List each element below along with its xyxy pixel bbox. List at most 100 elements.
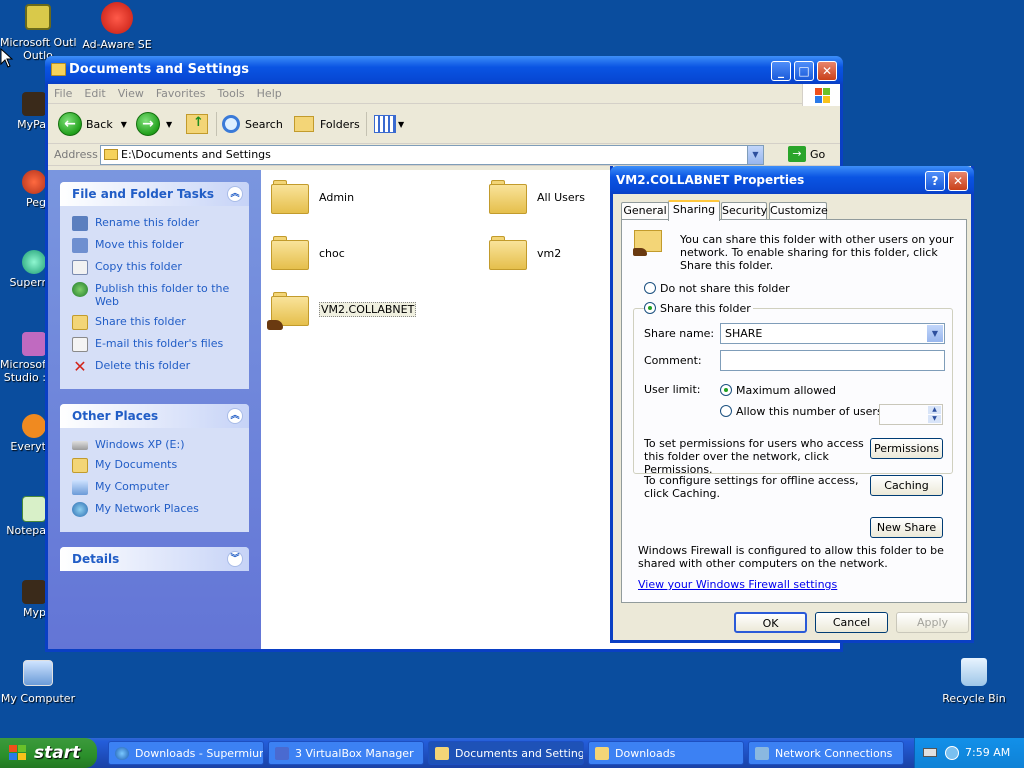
tab-customize[interactable]: Customize: [769, 202, 828, 220]
tab-security[interactable]: Security: [721, 202, 767, 220]
firewall-settings-link[interactable]: View your Windows Firewall settings: [638, 578, 837, 591]
menu-file[interactable]: File: [48, 84, 78, 103]
desktop-icon-everything[interactable]: Everyt: [0, 414, 46, 453]
up-folder-button[interactable]: ↑: [186, 111, 208, 137]
keyboard-icon[interactable]: [923, 748, 937, 757]
task-delete-folder[interactable]: ✕ Delete this folder: [72, 357, 239, 376]
dialog-titlebar[interactable]: VM2.COLLABNET Properties ? ✕: [610, 166, 974, 194]
sharing-intro-text: You can share this folder with other use…: [680, 233, 954, 272]
desktop-icon-peg[interactable]: Peg: [0, 170, 46, 209]
new-share-button[interactable]: New Share: [870, 517, 943, 538]
place-windows-xp-drive[interactable]: Windows XP (E:): [72, 438, 239, 451]
search-button[interactable]: Search: [222, 111, 283, 137]
folders-button[interactable]: Folders: [294, 111, 360, 137]
maximize-button[interactable]: □: [794, 61, 814, 81]
other-places-header[interactable]: Other Places ︽: [60, 404, 249, 428]
desktop-icon-studio[interactable]: Microsoft Studio :: [0, 332, 46, 384]
ok-button[interactable]: OK: [734, 612, 807, 633]
collapse-chevron-icon[interactable]: ︽: [227, 186, 243, 202]
tab-sharing[interactable]: Sharing: [668, 200, 720, 221]
share-name-select[interactable]: SHARE ▼: [720, 323, 945, 344]
network-tray-icon[interactable]: [945, 746, 959, 760]
folder-item[interactable]: All Users: [489, 180, 585, 214]
tab-general[interactable]: General: [621, 202, 669, 220]
globe-icon: [72, 282, 88, 297]
back-dropdown-icon[interactable]: ▼: [121, 120, 127, 129]
task-network-connections[interactable]: Network Connections: [748, 741, 904, 765]
desktop-icon-super[interactable]: Superr: [0, 250, 46, 289]
shared-folder-icon: [267, 292, 309, 330]
task-copy-folder[interactable]: Copy this folder: [72, 260, 239, 275]
task-rename-folder[interactable]: Rename this folder: [72, 216, 239, 231]
task-publish-web[interactable]: Publish this folder to the Web: [72, 282, 239, 308]
place-my-network-places[interactable]: My Network Places: [72, 502, 239, 517]
share-folder-radio[interactable]: Share this folder: [644, 302, 753, 315]
help-button[interactable]: ?: [925, 171, 945, 191]
toolbar-separator: [216, 112, 217, 136]
back-button[interactable]: ← Back ▼: [58, 111, 127, 137]
radio-icon: [644, 282, 656, 294]
dialog-title: VM2.COLLABNET Properties: [616, 173, 805, 187]
cancel-button[interactable]: Cancel: [815, 612, 888, 633]
dialog-close-button[interactable]: ✕: [948, 171, 968, 191]
go-button[interactable]: → Go: [788, 146, 825, 162]
folder-item-selected[interactable]: VM2.COLLABNET: [267, 292, 417, 330]
desktop-icon-notepad[interactable]: Notepa: [0, 496, 46, 537]
explorer-titlebar[interactable]: Documents and Settings _ □ ✕: [45, 56, 843, 84]
folder-item[interactable]: choc: [271, 236, 345, 270]
menu-favorites[interactable]: Favorites: [150, 84, 212, 103]
forward-button[interactable]: → ▼: [136, 111, 172, 137]
desktop-icon-adaware[interactable]: Ad-Aware SE: [77, 2, 157, 51]
desktop-icon-mypa[interactable]: MyPa: [0, 92, 46, 131]
chevron-down-icon[interactable]: ▼: [927, 325, 943, 342]
permissions-button[interactable]: Permissions: [870, 438, 943, 459]
myp-icon: [22, 580, 46, 604]
menu-view[interactable]: View: [112, 84, 150, 103]
task-documents-and-settings[interactable]: Documents and Settings: [428, 741, 584, 765]
folder-icon: [271, 236, 309, 270]
desktop-icon-recycle-bin[interactable]: Recycle Bin: [934, 658, 1014, 705]
start-button[interactable]: start: [0, 738, 97, 768]
task-virtualbox-manager[interactable]: 3 VirtualBox Manager: [268, 741, 424, 765]
taskbar: start Downloads - Supermium 3 VirtualBox…: [0, 738, 1024, 768]
do-not-share-radio[interactable]: Do not share this folder: [644, 282, 790, 295]
maximum-allowed-radio[interactable]: Maximum allowed: [720, 384, 836, 397]
task-email-files[interactable]: E-mail this folder's files: [72, 337, 239, 352]
address-input[interactable]: E:\Documents and Settings ▼: [100, 145, 764, 165]
delete-x-icon: ✕: [73, 357, 87, 376]
task-share-folder[interactable]: Share this folder: [72, 315, 239, 330]
permissions-text: To set permissions for users who access …: [644, 437, 864, 476]
forward-dropdown-icon[interactable]: ▼: [166, 120, 172, 129]
task-downloads-supermium[interactable]: Downloads - Supermium: [108, 741, 264, 765]
stepper-down-icon[interactable]: ▼: [928, 415, 941, 423]
menu-tools[interactable]: Tools: [212, 84, 251, 103]
collapse-chevron-icon[interactable]: ︽: [227, 408, 243, 424]
close-button[interactable]: ✕: [817, 61, 837, 81]
minimize-button[interactable]: _: [771, 61, 791, 81]
caching-button[interactable]: Caching: [870, 475, 943, 496]
place-my-computer[interactable]: My Computer: [72, 480, 239, 495]
expand-chevron-icon[interactable]: ︾: [227, 551, 243, 567]
comment-input[interactable]: [720, 350, 945, 371]
details-header[interactable]: Details ︾: [60, 547, 249, 571]
folder-item[interactable]: vm2: [489, 236, 561, 270]
place-my-documents[interactable]: My Documents: [72, 458, 239, 473]
user-count-stepper[interactable]: ▲ ▼: [879, 404, 943, 425]
address-dropdown-icon[interactable]: ▼: [747, 146, 763, 164]
desktop-icon-myp[interactable]: Myp: [0, 580, 46, 619]
views-button[interactable]: ▼: [374, 111, 404, 137]
desktop-icon-my-computer[interactable]: My Computer: [0, 660, 76, 705]
folder-item[interactable]: Admin: [271, 180, 354, 214]
apply-button[interactable]: Apply: [896, 612, 969, 633]
task-move-folder[interactable]: Move this folder: [72, 238, 239, 253]
allow-number-radio[interactable]: Allow this number of users:: [720, 405, 886, 418]
stepper-up-icon[interactable]: ▲: [928, 406, 941, 414]
properties-dialog[interactable]: VM2.COLLABNET Properties ? ✕ General Sha…: [610, 166, 974, 643]
file-folder-tasks-panel: File and Folder Tasks ︽ Rename this fold…: [60, 182, 249, 389]
views-dropdown-icon: ▼: [398, 119, 405, 129]
menu-edit[interactable]: Edit: [78, 84, 111, 103]
task-downloads[interactable]: Downloads: [588, 741, 744, 765]
file-folder-tasks-header[interactable]: File and Folder Tasks ︽: [60, 182, 249, 206]
menu-help[interactable]: Help: [251, 84, 288, 103]
clock[interactable]: 7:59 AM: [965, 738, 1010, 768]
